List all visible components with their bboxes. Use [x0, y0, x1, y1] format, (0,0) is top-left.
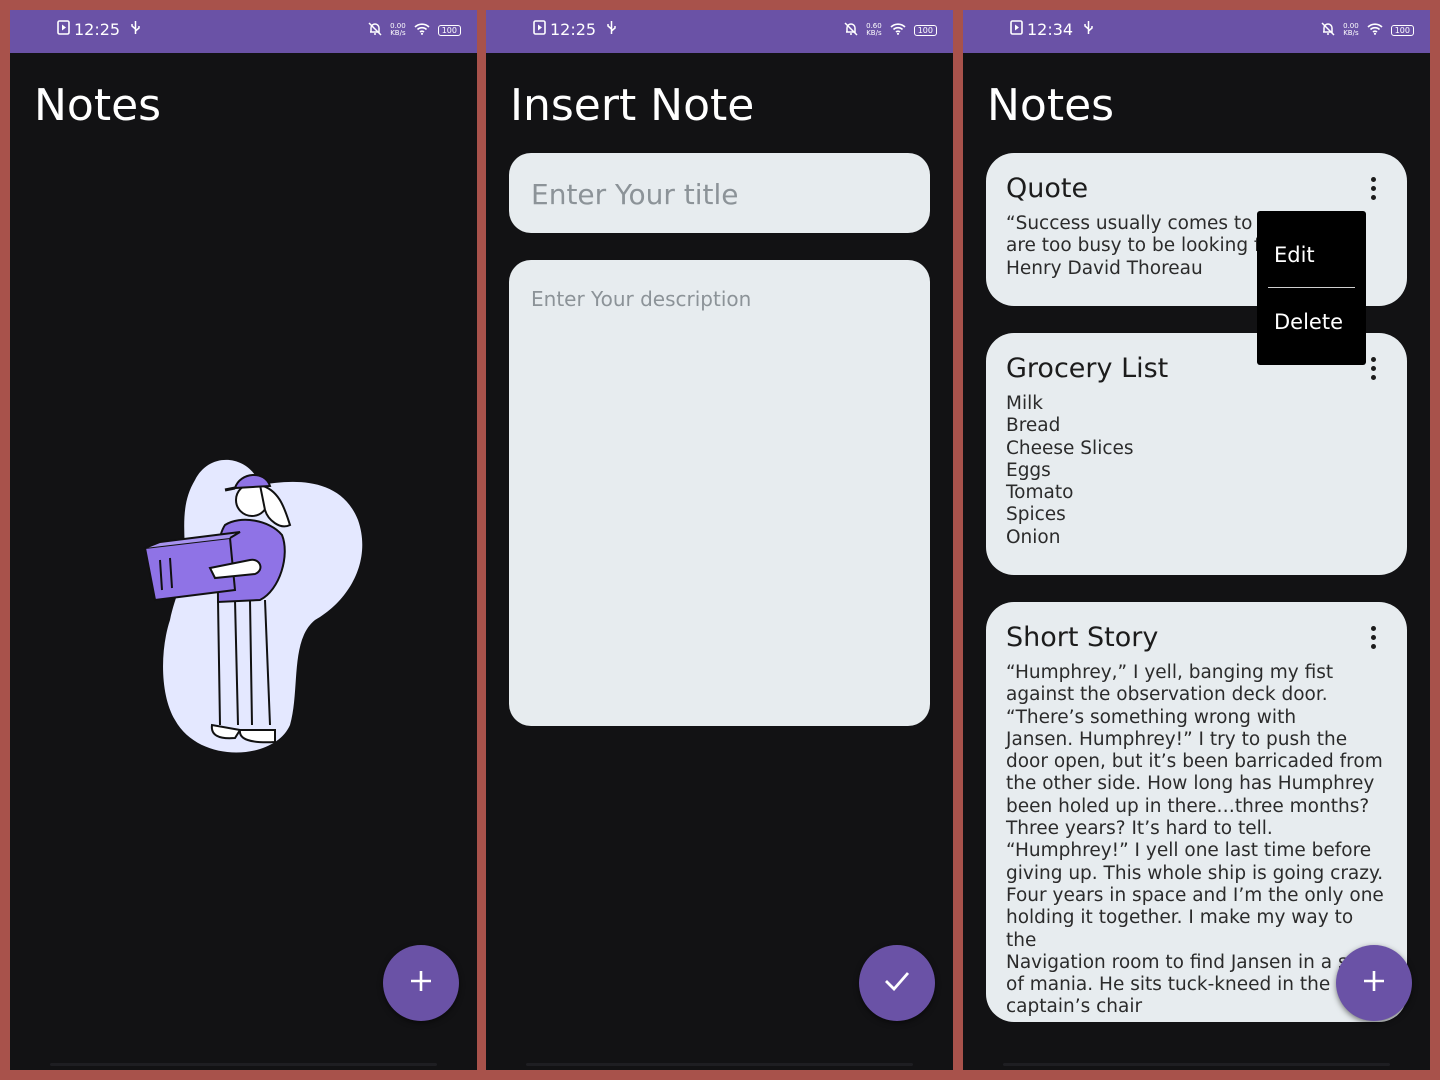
network-speed: 0.00 KB/s — [390, 22, 406, 37]
more-options-icon[interactable] — [1369, 357, 1377, 380]
usb-icon — [606, 20, 617, 39]
wifi-icon — [414, 23, 430, 37]
add-note-button[interactable] — [383, 945, 459, 1021]
usb-icon — [130, 20, 141, 39]
alarm-off-icon — [368, 22, 382, 38]
status-bar: 12:25 0.60 KB/s 100 — [486, 10, 953, 53]
empty-state-illustration — [140, 450, 370, 759]
status-time: 12:34 — [1027, 20, 1074, 39]
note-description-input[interactable]: Enter Your description — [509, 260, 930, 726]
description-placeholder: Enter Your description — [531, 287, 752, 311]
status-time: 12:25 — [550, 20, 597, 39]
more-options-icon[interactable] — [1369, 626, 1377, 649]
insert-note-screen: 12:25 0.60 KB/s 100 Insert Note Enter Yo… — [486, 10, 953, 1070]
network-speed: 0.60 KB/s — [866, 22, 882, 37]
plus-icon — [410, 970, 432, 996]
notes-empty-screen: 12:25 0.00 KB/s 100 Notes — [10, 10, 477, 1070]
title-placeholder: Enter Your title — [531, 178, 739, 211]
screen-record-icon — [533, 20, 546, 39]
page-title: Insert Note — [510, 80, 755, 131]
page-title: Notes — [987, 80, 1115, 131]
plus-icon — [1363, 970, 1385, 996]
more-options-icon[interactable] — [1369, 177, 1377, 200]
note-body: Milk Bread Cheese Slices Eggs Tomato Spi… — [1006, 393, 1134, 548]
note-options-menu: Edit Delete — [1257, 211, 1366, 365]
note-body: “Humphrey,” I yell, banging my fist agai… — [1006, 662, 1385, 1018]
wifi-icon — [1367, 23, 1383, 37]
note-title: Quote — [1006, 173, 1089, 204]
screen-record-icon — [1010, 20, 1023, 39]
menu-divider — [1268, 287, 1355, 288]
add-note-button[interactable] — [1336, 945, 1412, 1021]
note-title-input[interactable]: Enter Your title — [509, 153, 930, 233]
page-title: Notes — [34, 80, 162, 131]
status-time: 12:25 — [74, 20, 121, 39]
check-icon — [884, 971, 910, 995]
menu-item-edit[interactable]: Edit — [1274, 243, 1315, 267]
notes-list-screen: 12:34 0.00 KB/s 100 Notes Quote “Success… — [963, 10, 1430, 1070]
menu-item-delete[interactable]: Delete — [1274, 310, 1343, 334]
gesture-bar — [50, 1063, 437, 1066]
usb-icon — [1083, 20, 1094, 39]
battery-indicator: 100 — [437, 24, 461, 36]
wifi-icon — [890, 23, 906, 37]
battery-indicator: 100 — [1390, 24, 1414, 36]
screen-record-icon — [57, 20, 70, 39]
save-note-button[interactable] — [859, 945, 935, 1021]
battery-indicator: 100 — [913, 24, 937, 36]
note-card-grocery-list[interactable]: Grocery List Milk Bread Cheese Slices Eg… — [986, 333, 1407, 575]
gesture-bar — [526, 1063, 913, 1066]
network-speed: 0.00 KB/s — [1343, 22, 1359, 37]
alarm-off-icon — [1321, 22, 1335, 38]
note-title: Short Story — [1006, 622, 1159, 653]
gesture-bar — [1003, 1063, 1390, 1066]
status-bar: 12:34 0.00 KB/s 100 — [963, 10, 1430, 53]
status-bar: 12:25 0.00 KB/s 100 — [10, 10, 477, 53]
alarm-off-icon — [844, 22, 858, 38]
